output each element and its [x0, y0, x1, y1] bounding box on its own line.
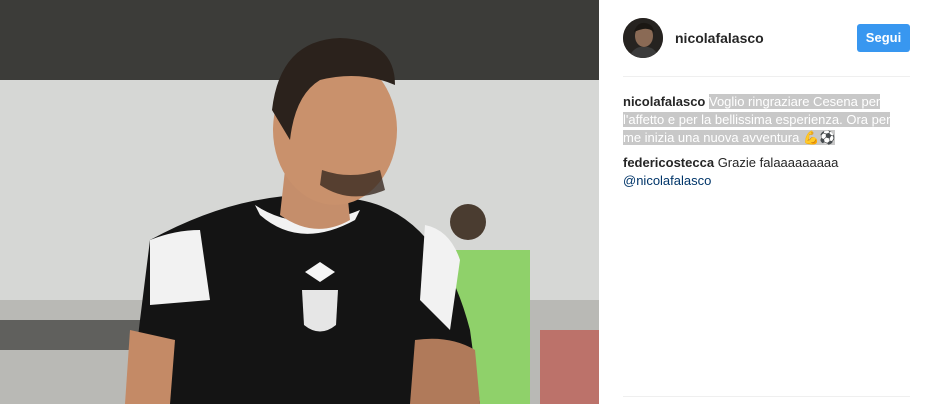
- follow-button[interactable]: Segui: [857, 24, 910, 52]
- comments-list: nicolafalasco Voglio ringraziare Cesena …: [623, 93, 910, 197]
- mention-link[interactable]: @nicolafalasco: [623, 173, 711, 188]
- post-photo[interactable]: [0, 0, 599, 404]
- footer-divider: [623, 396, 910, 397]
- emoji-icons: 💪⚽: [802, 130, 836, 145]
- comment-author[interactable]: nicolafalasco: [623, 94, 705, 109]
- comment-text: Grazie falaaaaaaaaa: [717, 155, 839, 170]
- post-photo-graphic: [0, 0, 599, 404]
- header-divider: [623, 76, 910, 77]
- avatar[interactable]: [623, 18, 663, 58]
- reply-comment: federicostecca Grazie falaaaaaaaaa @nico…: [623, 154, 910, 190]
- post-header: nicolafalasco Segui: [623, 16, 910, 60]
- avatar-image: [623, 18, 663, 58]
- username[interactable]: nicolafalasco: [675, 30, 857, 46]
- caption-comment: nicolafalasco Voglio ringraziare Cesena …: [623, 93, 910, 147]
- post-side-panel: nicolafalasco Segui nicolafalasco Voglio…: [599, 0, 934, 404]
- comment-author[interactable]: federicostecca: [623, 155, 714, 170]
